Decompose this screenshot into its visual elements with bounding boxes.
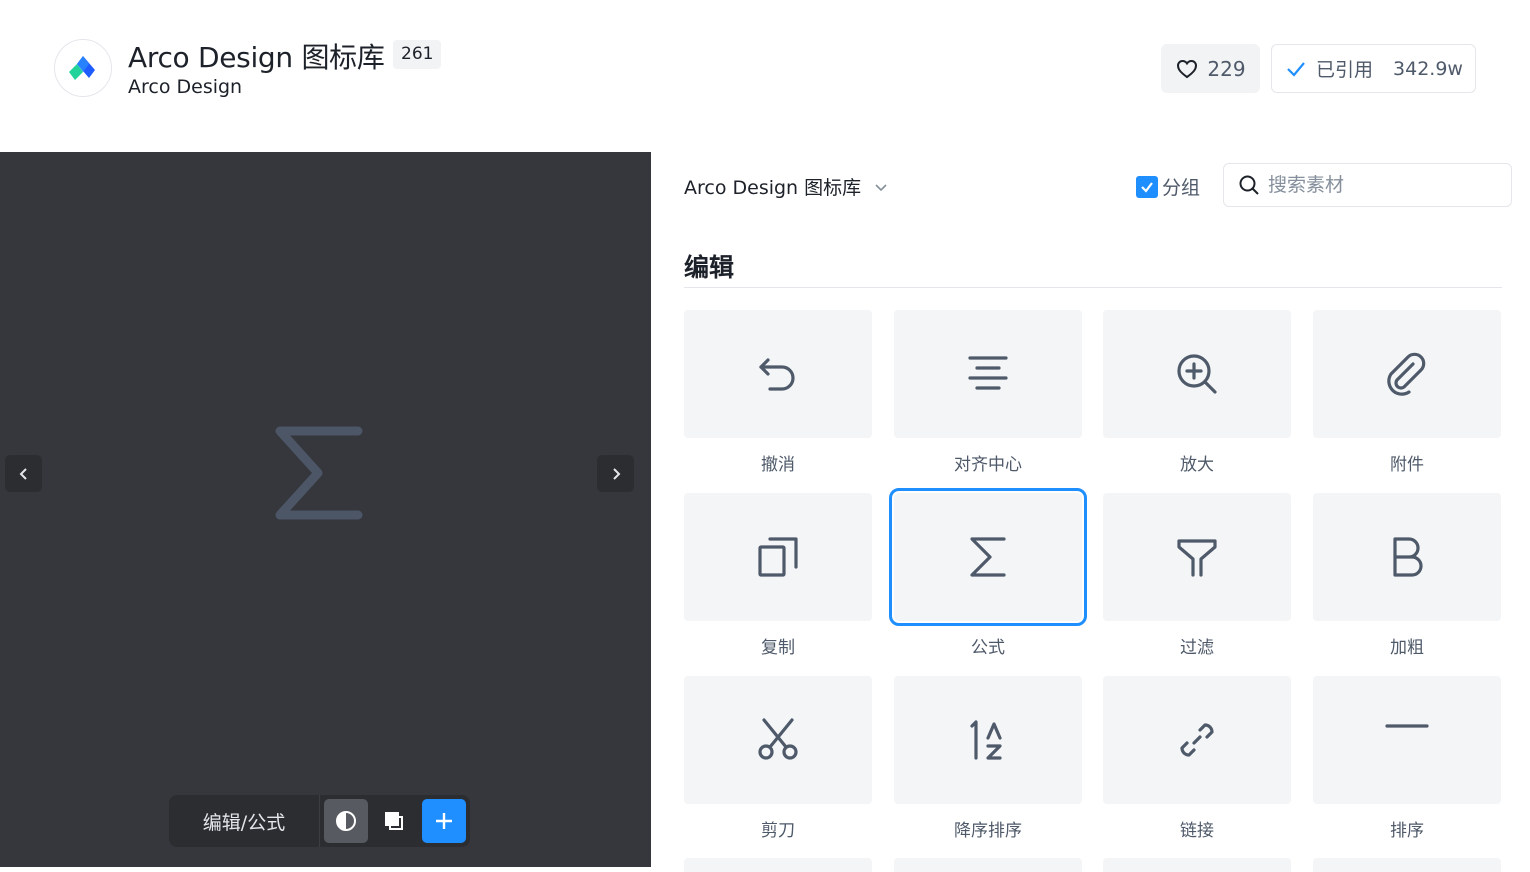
chevron-right-icon [612,467,620,480]
chevron-left-icon [19,467,27,480]
icon-tile[interactable] [889,488,1087,626]
icon-tile[interactable] [1313,493,1501,621]
icon-card[interactable]: 过滤 [1103,493,1291,658]
partial-tile [1103,858,1291,872]
page-header: Arco Design 图标库 261 Arco Design 229 已引用 … [0,0,1530,152]
icon-card[interactable]: 复制 [684,493,872,658]
heart-icon [1177,59,1198,78]
icon-card[interactable]: 对齐中心 [894,310,1082,475]
sigma-icon [275,426,363,520]
icon-label: 过滤 [1180,638,1214,658]
icon-card[interactable]: 附件 [1313,310,1501,475]
icon-label: 放大 [1180,455,1214,475]
scissor-icon [758,718,798,760]
icon-label: 剪刀 [761,821,795,841]
attachment-icon [1387,352,1426,396]
zoom-in-icon [1177,354,1217,394]
icon-card[interactable]: 加粗 [1313,493,1501,658]
plus-icon [436,813,452,829]
library-select-label: Arco Design 图标库 [684,177,862,199]
icon-tile[interactable] [894,676,1082,804]
preview-toolbar: 编辑/公式 [169,795,470,847]
bold-icon [1393,537,1423,577]
icon-tile[interactable] [1313,310,1501,438]
icon-tile[interactable] [1103,676,1291,804]
layers-icon [385,812,403,830]
check-icon [1141,181,1153,193]
icon-path-label: 编辑/公式 [202,811,286,834]
link-icon [1180,723,1214,757]
section-title: 编辑 [684,253,735,282]
search-input[interactable] [1268,174,1498,196]
filter-icon [1177,539,1217,577]
icon-count-badge: 261 [393,40,442,69]
icon-card[interactable]: 剪刀 [684,676,872,841]
library-select[interactable]: Arco Design 图标库 [684,173,889,200]
cited-label: 已引用 [1316,59,1374,81]
icon-tile[interactable] [1103,493,1291,621]
icon-label: 排序 [1390,821,1424,841]
icon-label: 降序排序 [954,821,1022,841]
icon-preview-panel: 编辑/公式 [0,152,651,867]
icon-card[interactable]: 排序 [1313,676,1501,841]
icon-label: 撤消 [761,455,795,475]
partial-tile [1313,858,1501,872]
partial-tile [684,858,872,872]
icon-label: 附件 [1390,455,1424,475]
background-toggle-button[interactable] [372,799,416,843]
icon-card[interactable]: 撤消 [684,310,872,475]
icon-label: 复制 [761,638,795,658]
icon-tile[interactable] [684,493,872,621]
icon-card[interactable]: 公式 [889,488,1087,658]
library-title: Arco Design 图标库 [128,41,385,74]
like-count: 229 [1207,56,1246,81]
undo-icon [759,358,795,391]
chevron-down-icon [875,183,887,191]
library-author[interactable]: Arco Design [128,76,242,98]
group-checkbox-label: 分组 [1162,177,1201,199]
icon-tile[interactable] [1313,676,1501,804]
contrast-icon [336,811,356,831]
group-checkbox[interactable]: 分组 [1136,173,1200,200]
icon-tile[interactable] [684,676,872,804]
arco-logo [54,39,112,97]
previous-icon-button[interactable] [5,455,42,492]
sort-descending-icon [970,720,1002,760]
icon-label: 加粗 [1390,638,1424,658]
icon-tile[interactable] [1103,310,1291,438]
like-button[interactable]: 229 [1161,44,1260,93]
sort-icon [1385,724,1429,728]
icon-tile[interactable] [894,310,1082,438]
search-box[interactable] [1223,163,1512,207]
filter-bar: Arco Design 图标库 分组 [684,163,1512,207]
icon-card[interactable]: 链接 [1103,676,1291,841]
partial-tile [894,858,1082,872]
cited-count: 342.9w [1393,57,1463,80]
section-divider [684,287,1502,288]
align-center-icon [968,356,1008,390]
checkbox-checked[interactable] [1136,175,1158,198]
icon-tile[interactable] [684,310,872,438]
icon-card[interactable]: 降序排序 [894,676,1082,841]
icon-label: 公式 [971,638,1005,658]
formula-icon [970,537,1006,577]
toolbar-divider [319,795,320,847]
contrast-toggle-button[interactable] [324,799,368,843]
icon-card[interactable]: 放大 [1103,310,1291,475]
cited-button[interactable]: 已引用 342.9w [1271,44,1476,93]
icon-label: 对齐中心 [954,455,1022,475]
icon-label: 链接 [1180,821,1214,841]
search-icon [1239,175,1259,195]
add-icon-button[interactable] [422,799,466,843]
next-icon-button[interactable] [597,455,634,492]
check-icon [1287,61,1305,77]
copy-icon [758,537,798,577]
